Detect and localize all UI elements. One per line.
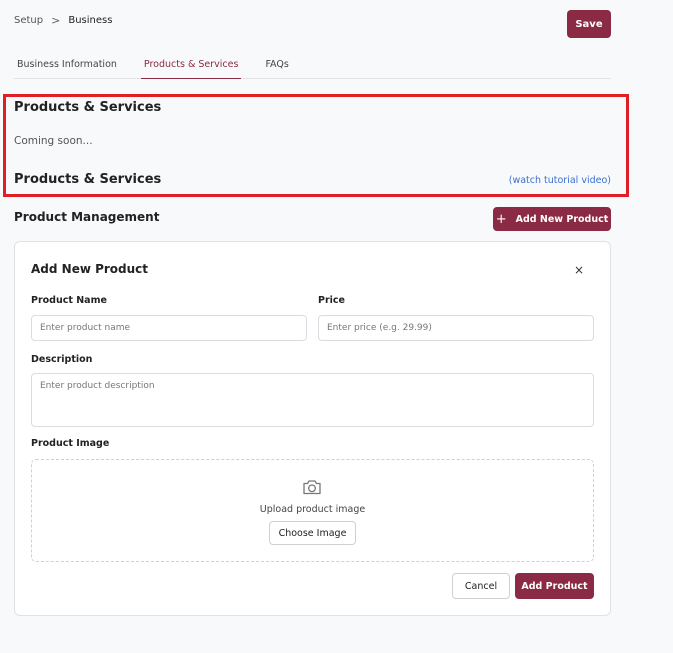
section-subtitle: Products & Services: [14, 172, 162, 187]
tab-business-information[interactable]: Business Information: [14, 52, 120, 79]
coming-soon-text: Coming soon...: [14, 135, 93, 147]
upload-text: Upload product image: [259, 504, 366, 515]
breadcrumb-business: Business: [68, 14, 113, 26]
product-management-title: Product Management: [14, 210, 160, 224]
save-button[interactable]: Save: [567, 10, 611, 38]
camera-icon: [303, 480, 321, 495]
add-product-card: Add New Product × Product Name Price Des…: [14, 241, 611, 616]
add-new-product-label: Add New Product: [515, 213, 609, 225]
close-icon[interactable]: ×: [574, 263, 584, 277]
description-label: Description: [31, 354, 93, 365]
breadcrumb: Setup > Business: [14, 14, 112, 27]
product-name-input[interactable]: [31, 315, 307, 341]
chevron-right-icon: >: [51, 13, 61, 27]
product-image-label: Product Image: [31, 438, 110, 449]
description-input[interactable]: [31, 373, 594, 427]
tab-products-services[interactable]: Products & Services: [140, 52, 242, 79]
add-product-button[interactable]: Add Product: [515, 573, 594, 599]
product-name-label: Product Name: [31, 295, 107, 306]
plus-icon: +: [495, 211, 507, 227]
section-title: Products & Services: [14, 100, 162, 115]
card-title: Add New Product: [31, 262, 149, 276]
add-new-product-button[interactable]: + Add New Product: [493, 207, 611, 231]
image-upload-area[interactable]: Upload product image Choose Image: [31, 459, 594, 562]
price-label: Price: [318, 295, 345, 306]
top-bar: Setup > Business Save: [14, 10, 611, 38]
choose-image-button[interactable]: Choose Image: [269, 521, 356, 545]
breadcrumb-setup[interactable]: Setup: [14, 15, 43, 26]
price-input[interactable]: [318, 315, 594, 341]
tutorial-video-link[interactable]: (watch tutorial video): [509, 175, 611, 186]
tab-bar: Business Information Products & Services…: [14, 52, 611, 79]
tab-faqs[interactable]: FAQs: [262, 52, 291, 79]
cancel-button[interactable]: Cancel: [452, 573, 510, 599]
